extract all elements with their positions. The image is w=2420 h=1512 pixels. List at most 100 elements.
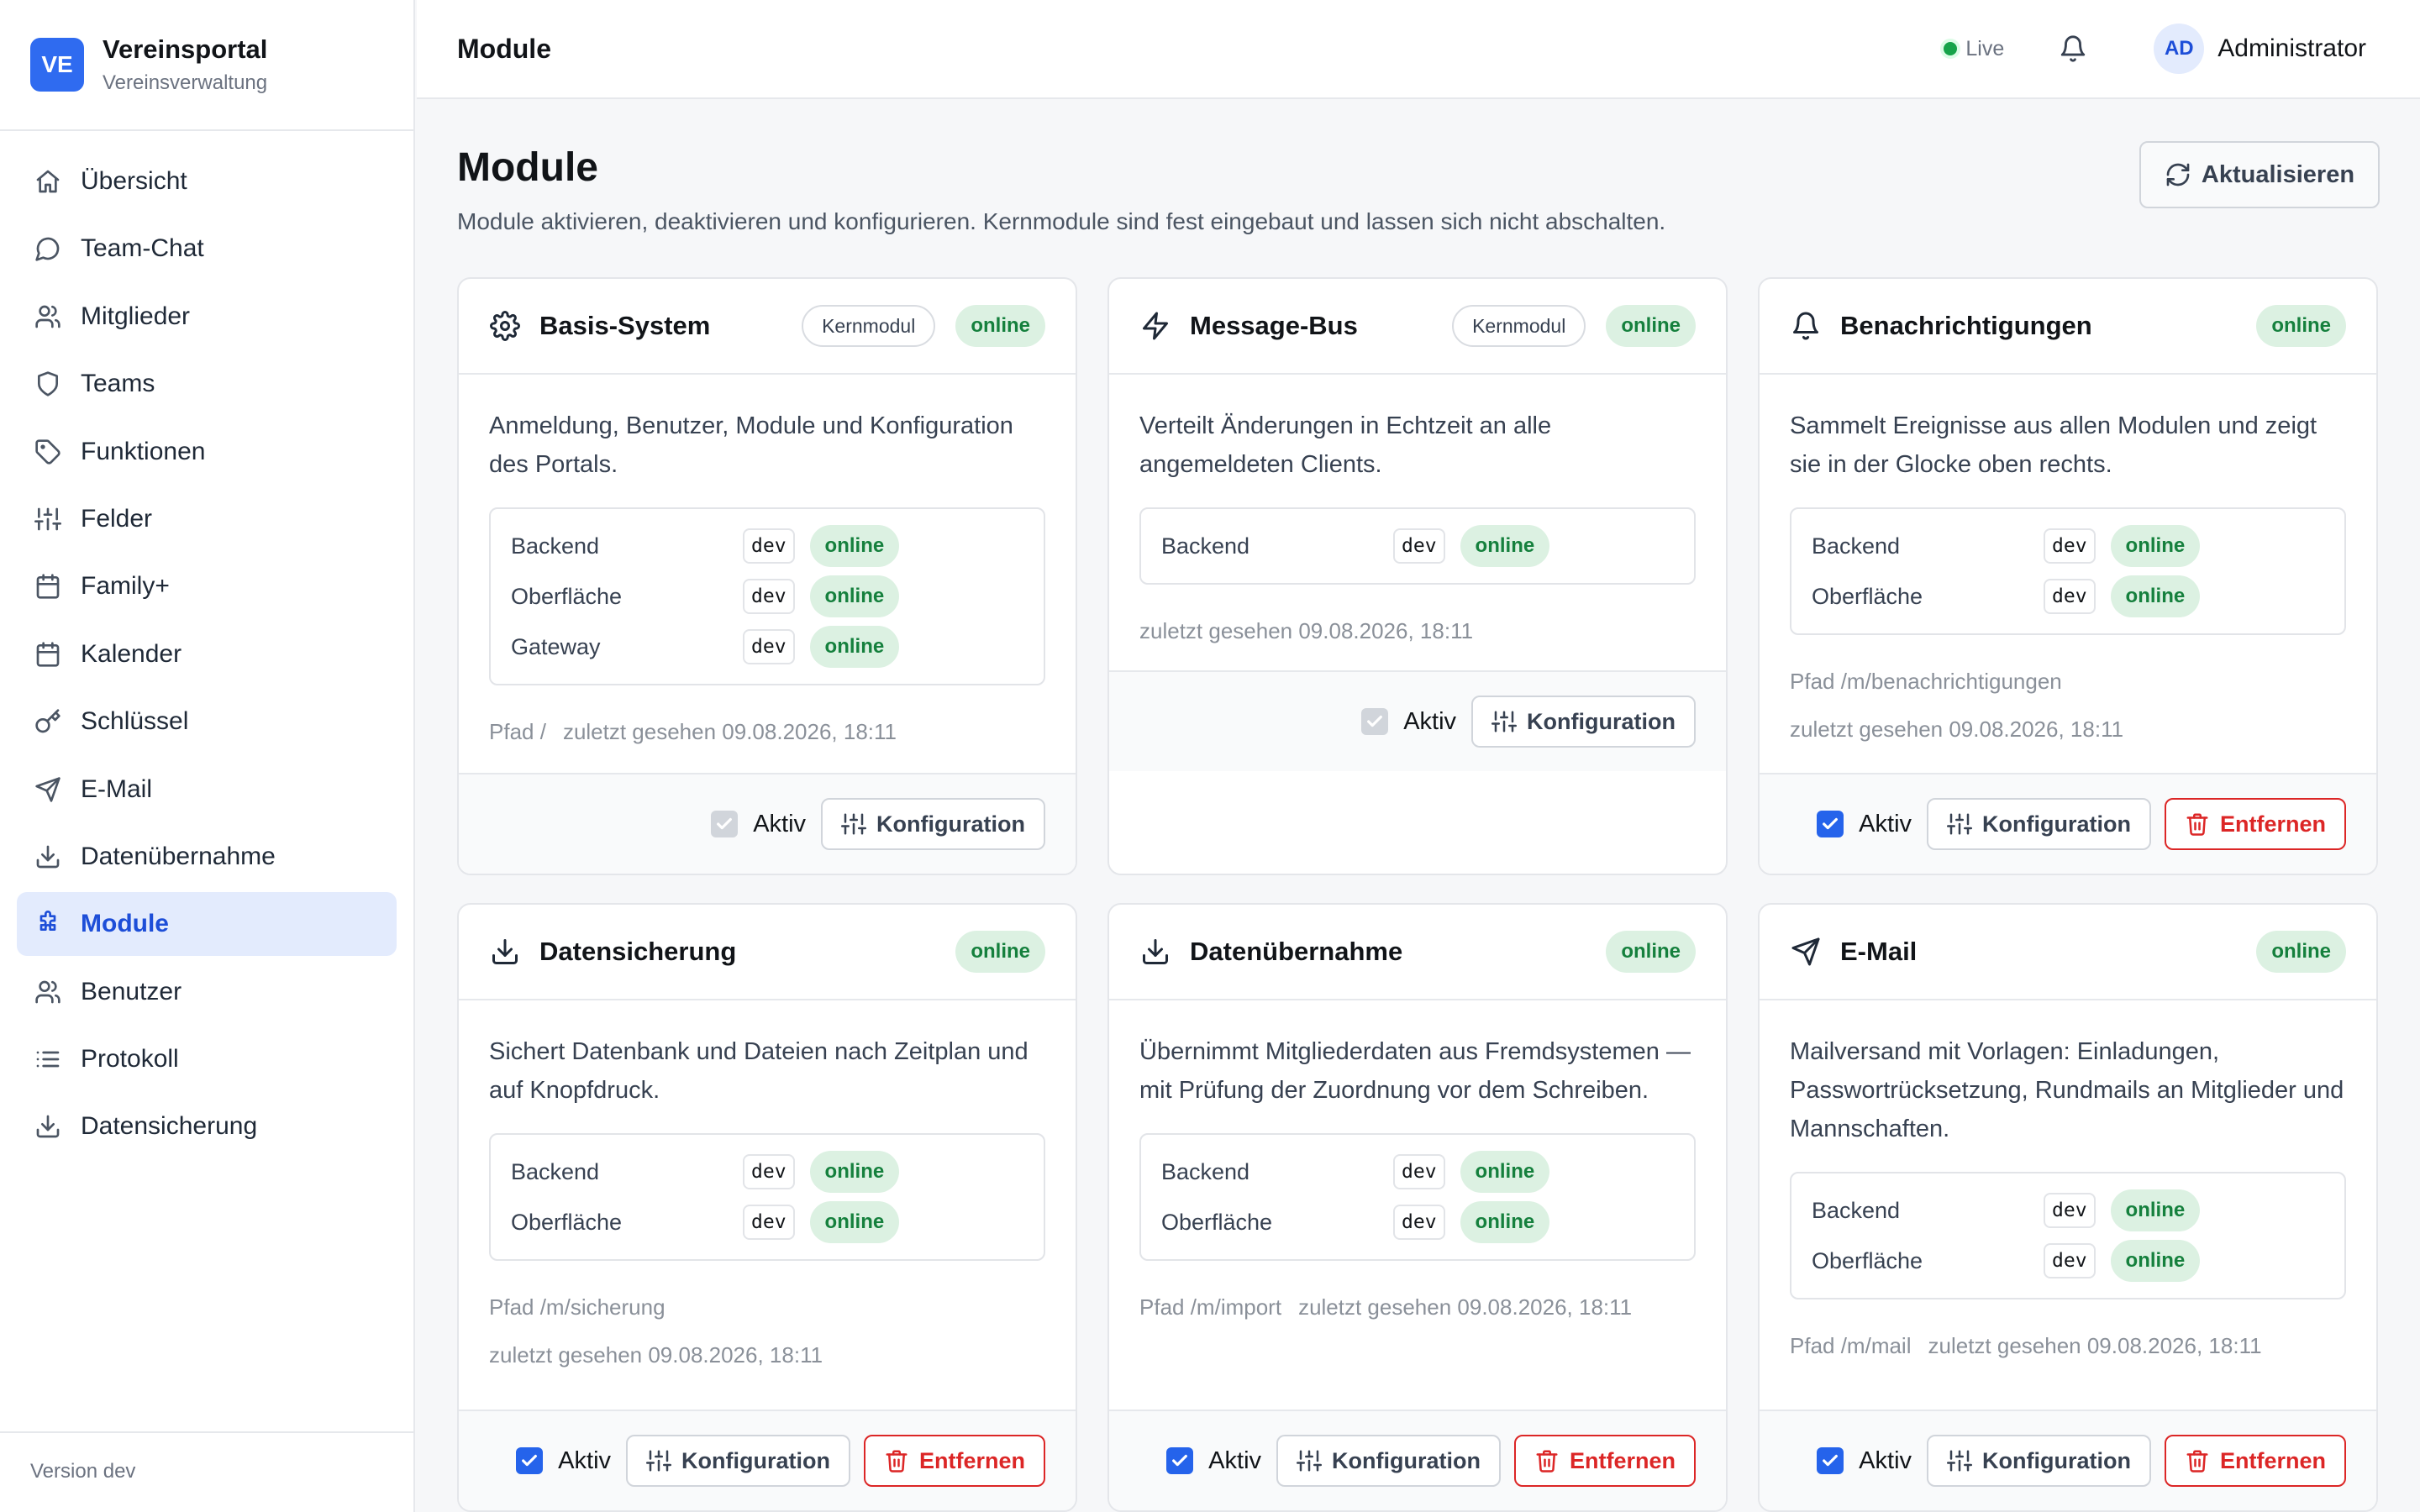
- meta-text: zuletzt gesehen 09.08.2026, 18:11: [1298, 1294, 1633, 1320]
- component-name: Oberfläche: [1812, 1247, 1923, 1273]
- sliders-icon: [646, 1450, 672, 1472]
- module-meta: zuletzt gesehen 09.08.2026, 18:11: [1139, 618, 1696, 644]
- meta-text: zuletzt gesehen 09.08.2026, 18:11: [562, 719, 897, 744]
- download-icon: [34, 843, 62, 871]
- sidebar-item-kalender[interactable]: Kalender: [17, 622, 397, 686]
- sidebar: VE Vereinsportal Vereinsverwaltung Übers…: [0, 0, 415, 1512]
- sidebar-item-funktionen[interactable]: Funktionen: [17, 420, 397, 484]
- sidebar-item-datenübernahme[interactable]: Datenübernahme: [17, 825, 397, 889]
- status-badge: online: [955, 931, 1045, 973]
- meta-text: Pfad /m/import: [1139, 1294, 1282, 1320]
- card-body: Mailversand mit Vorlagen: Einladungen, P…: [1760, 1000, 2376, 1359]
- sidebar-item-label: Benutzer: [81, 977, 182, 1005]
- env-badge: dev: [1393, 1154, 1445, 1189]
- card-footer: Aktiv Konfiguration Entfernen: [1760, 1410, 2376, 1510]
- sidebar-item-schlüssel[interactable]: Schlüssel: [17, 690, 397, 753]
- sidebar-item-label: Funktionen: [81, 437, 206, 465]
- page-description: Module aktivieren, deaktivieren und konf…: [457, 208, 1666, 234]
- component-row: Gateway dev online: [511, 622, 1023, 672]
- component-status-badge: online: [1460, 1151, 1550, 1193]
- calendar-icon: [34, 572, 62, 601]
- card-footer: Aktiv Konfiguration Entfernen: [459, 1410, 1076, 1510]
- configuration-button[interactable]: Konfiguration: [626, 1435, 850, 1487]
- sidebar-item-datensicherung[interactable]: Datensicherung: [17, 1095, 397, 1158]
- sidebar-item-family-[interactable]: Family+: [17, 554, 397, 618]
- sidebar-item-label: Kalender: [81, 639, 182, 668]
- sliders-icon: [1947, 1450, 1973, 1472]
- sliders-icon: [1491, 711, 1518, 732]
- brand-title: Vereinsportal: [103, 34, 268, 64]
- remove-button[interactable]: Entfernen: [2164, 1435, 2346, 1487]
- card-header: Benachrichtigungen online: [1760, 279, 2376, 375]
- configuration-button[interactable]: Konfiguration: [1471, 696, 1696, 748]
- live-indicator: Live: [1944, 37, 2004, 61]
- component-status-badge: online: [809, 1201, 900, 1243]
- topbar-right: Live AD Administrator: [1944, 24, 2366, 74]
- active-checkbox[interactable]: [1817, 1447, 1844, 1474]
- trash-icon: [1536, 1450, 1558, 1473]
- puzzle-icon: [34, 910, 62, 938]
- active-checkbox[interactable]: [516, 1447, 544, 1474]
- avatar[interactable]: AD: [2154, 24, 2205, 74]
- remove-button[interactable]: Entfernen: [1513, 1435, 1696, 1487]
- status-badge: online: [1606, 931, 1696, 973]
- env-badge: dev: [2044, 1193, 2096, 1228]
- core-badge: Kernmodul: [802, 305, 936, 347]
- core-badge: Kernmodul: [1452, 305, 1586, 347]
- module-card-e-mail: E-Mail online Mailversand mit Vorlagen: Ei…: [1758, 903, 2378, 1512]
- card-header: E-Mail online: [1760, 905, 2376, 1000]
- configuration-button[interactable]: Konfiguration: [1927, 798, 2151, 850]
- component-status-badge: online: [809, 575, 900, 617]
- send-icon: [34, 775, 62, 804]
- sidebar-item-label: Team-Chat: [81, 234, 204, 263]
- brand: VE Vereinsportal Vereinsverwaltung: [0, 0, 413, 131]
- active-label: Aktiv: [1859, 810, 1912, 837]
- sidebar-item-benutzer[interactable]: Benutzer: [17, 960, 397, 1024]
- configuration-button[interactable]: Konfiguration: [821, 798, 1045, 850]
- remove-button[interactable]: Entfernen: [2164, 798, 2346, 850]
- configuration-button[interactable]: Konfiguration: [1927, 1435, 2151, 1487]
- module-description: Verteilt Änderungen in Echtzeit an alle …: [1139, 412, 1552, 478]
- download-icon: [489, 936, 521, 968]
- sidebar-item-module[interactable]: Module: [17, 892, 397, 957]
- refresh-button[interactable]: Aktualisieren: [2139, 141, 2380, 208]
- active-label: Aktiv: [1859, 1446, 1912, 1474]
- meta-text: zuletzt gesehen 09.08.2026, 18:11: [1139, 618, 1474, 643]
- configuration-label: Konfiguration: [1332, 1447, 1481, 1473]
- component-list: Backend dev online: [1139, 507, 1696, 585]
- active-label: Aktiv: [558, 1446, 612, 1474]
- component-row: Backend dev online: [511, 521, 1023, 571]
- component-list: Backend dev online Oberfläche dev online: [1790, 507, 2346, 635]
- bell-icon[interactable]: [2058, 34, 2088, 64]
- component-name: Oberfläche: [1812, 583, 1923, 609]
- sidebar-item-mitglieder[interactable]: Mitglieder: [17, 285, 397, 349]
- remove-button[interactable]: Entfernen: [863, 1435, 1045, 1487]
- sidebar-item-label: Schlüssel: [81, 707, 189, 736]
- sidebar-item-e-mail[interactable]: E-Mail: [17, 758, 397, 822]
- module-meta: zuletzt gesehen 09.08.2026, 18:11: [1790, 717, 2346, 743]
- env-badge: dev: [2044, 579, 2096, 614]
- component-status-badge: online: [2110, 1240, 2201, 1282]
- configuration-label: Konfiguration: [876, 811, 1025, 837]
- sidebar-item-felder[interactable]: Felder: [17, 487, 397, 551]
- sidebar-item-team-chat[interactable]: Team-Chat: [17, 217, 397, 281]
- env-badge: dev: [1393, 1205, 1445, 1240]
- component-row: Oberfläche dev online: [1812, 1236, 2324, 1286]
- sidebar-item-teams[interactable]: Teams: [17, 352, 397, 416]
- card-header: Message-Bus Kernmodul online: [1109, 279, 1726, 375]
- active-checkbox[interactable]: [1166, 1447, 1194, 1474]
- sidebar-item-protokoll[interactable]: Protokoll: [17, 1027, 397, 1091]
- sidebar-item-übersicht[interactable]: Übersicht: [17, 150, 397, 213]
- download-icon: [34, 1112, 62, 1141]
- card-body: Verteilt Änderungen in Echtzeit an alle …: [1109, 375, 1726, 644]
- user-name[interactable]: Administrator: [2217, 34, 2366, 63]
- configuration-button[interactable]: Konfiguration: [1276, 1435, 1501, 1487]
- shield-icon: [34, 370, 62, 398]
- sliders-icon: [34, 505, 62, 533]
- sidebar-item-label: Datenübernahme: [81, 842, 276, 870]
- component-status-badge: online: [809, 626, 900, 668]
- active-checkbox[interactable]: [1817, 811, 1844, 837]
- component-row: Backend dev online: [1161, 521, 1674, 571]
- chat-icon: [34, 234, 62, 263]
- active-label: Aktiv: [1208, 1446, 1262, 1474]
